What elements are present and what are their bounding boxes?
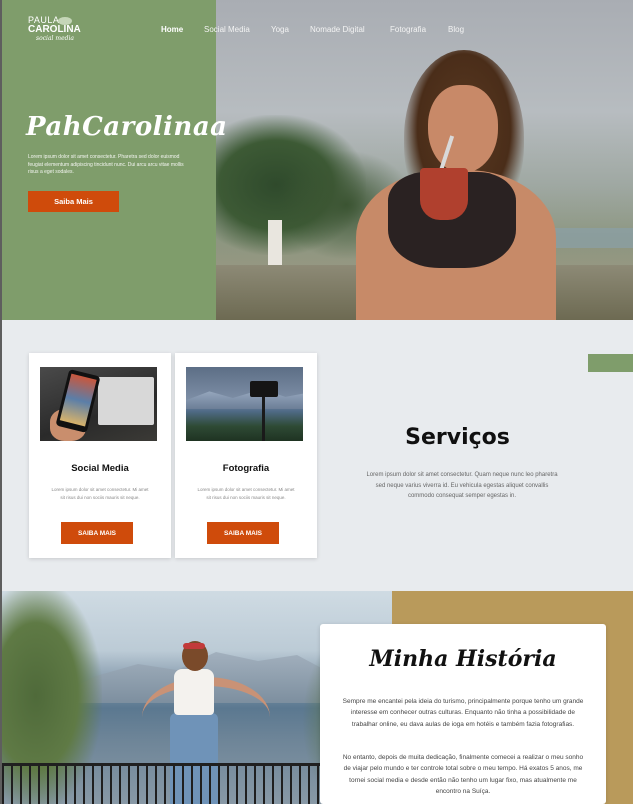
story-section: Minha História Sempre me encantei pela i… [0,591,633,804]
services-title: Serviços [405,425,510,450]
service-card-title: Social Media [71,463,129,474]
camera-shape [250,381,278,397]
service-card-fotografia: Fotografia Lorem ipsum dolor sit amet co… [175,353,317,558]
service-card-text: Lorem ipsum dolor sit amet consectetur. … [197,487,295,500]
social-media-saiba-mais-button[interactable]: SAIBA MAIS [61,522,133,544]
nav-item-social-media[interactable]: Social Media [204,25,250,34]
nav-item-nomade-digital[interactable]: Nomade Digital [310,25,365,34]
service-card-text: Lorem ipsum dolor sit amet consectetur. … [51,487,149,500]
logo-line-3: social media [36,35,74,42]
story-paragraph-1: Sempre me encantei pela ideia do turismo… [342,698,584,728]
nav-item-yoga[interactable]: Yoga [271,25,289,34]
hero-photo-face [428,85,498,173]
services-section: Social Media Lorem ipsum dolor sit amet … [0,320,633,591]
laptop-shape [98,377,154,425]
fotografia-saiba-mais-button[interactable]: SAIBA MAIS [207,522,279,544]
hero-photo [216,0,633,320]
nav-item-blog[interactable]: Blog [448,25,464,34]
logo-line-2: CAROLINA [28,24,81,35]
story-title: Minha História [369,646,557,672]
services-accent-bar [588,354,633,372]
mountain-shape [186,389,303,409]
hero-photo-cup [420,168,468,220]
phone-shape [55,368,101,434]
story-photo-headband [183,643,205,649]
services-text: Lorem ipsum dolor sit amet consectetur. … [366,472,558,499]
fotografia-image [186,367,303,441]
service-card-title: Fotografia [222,463,270,474]
nav-item-home[interactable]: Home [161,25,183,34]
service-card-social-media: Social Media Lorem ipsum dolor sit amet … [29,353,171,558]
nav-item-fotografia[interactable]: Fotografia [390,25,426,34]
tripod-shape [262,397,265,441]
hero-saiba-mais-button[interactable]: Saiba Mais [28,191,119,212]
hero-text: Lorem ipsum dolor sit amet consectetur. … [28,154,184,175]
social-media-image [40,367,157,441]
hero-section: PAULA CAROLINA social media Home Social … [0,0,633,320]
story-card: Minha História Sempre me encantei pela i… [320,624,606,804]
site-logo[interactable]: PAULA CAROLINA social media [28,16,88,48]
story-photo-torso [174,669,214,715]
logo-leaf-icon [58,17,72,25]
story-paragraph-2: No entanto, depois de muita dedicação, f… [342,754,584,795]
hero-title: PahCarolinaa [26,112,228,142]
